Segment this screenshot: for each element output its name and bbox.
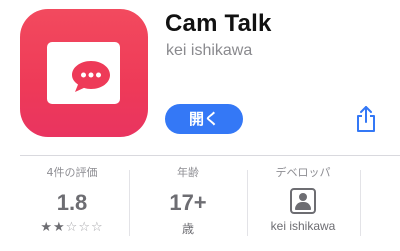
app-store-header: Cam Talk kei ishikawa 開く 4件の評価 1.8 ★★☆☆☆…: [0, 0, 400, 251]
person-body: [295, 202, 311, 210]
developer-info[interactable]: デベロッパ kei ishikawa: [256, 164, 350, 233]
column-separator: [129, 170, 130, 236]
age-label: 年齢: [177, 166, 199, 179]
star-empty-icon: ☆: [90, 220, 104, 235]
open-button[interactable]: 開く: [165, 104, 243, 134]
age-value: 17+: [169, 190, 207, 215]
ratings-count-label: 4件の評価: [46, 166, 98, 179]
star-filled-icon: ★: [40, 220, 54, 235]
rating-value: 1.8: [56, 190, 88, 215]
star-empty-icon: ☆: [65, 220, 79, 235]
share-icon[interactable]: [353, 105, 379, 133]
column-separator: [360, 170, 361, 236]
age-unit: 歳: [181, 222, 194, 236]
developer-name: kei ishikawa: [270, 219, 336, 233]
chat-bubble-icon: [72, 61, 110, 92]
app-icon[interactable]: [20, 9, 148, 137]
person-head: [299, 193, 307, 201]
developer-label: デベロッパ: [275, 166, 331, 179]
star-rating: ★★☆☆☆: [24, 220, 120, 235]
app-title: Cam Talk: [165, 10, 272, 37]
star-empty-icon: ☆: [78, 220, 91, 235]
age-info[interactable]: 年齢 17+ 歳: [138, 164, 238, 237]
column-separator: [247, 170, 248, 236]
person-icon: [290, 188, 316, 214]
app-developer-link[interactable]: kei ishikawa: [166, 42, 252, 60]
header-divider: [20, 155, 400, 156]
ratings-info[interactable]: 4件の評価 1.8 ★★☆☆☆: [24, 164, 120, 235]
star-filled-icon: ★: [53, 220, 66, 235]
